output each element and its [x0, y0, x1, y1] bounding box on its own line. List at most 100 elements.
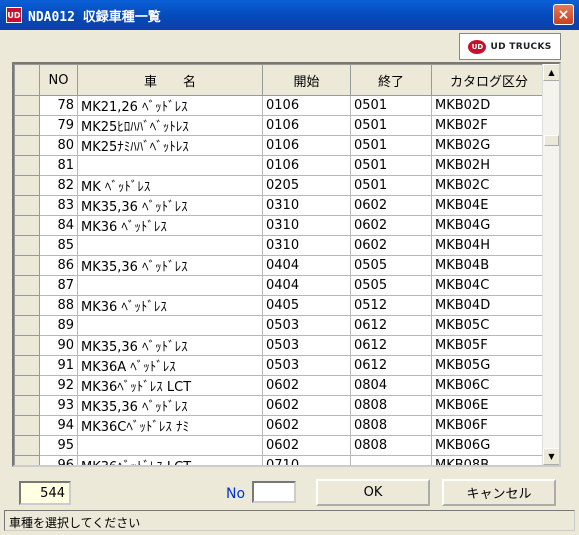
row-selector[interactable]	[14, 255, 40, 276]
no-input[interactable]	[252, 481, 296, 503]
table-row[interactable]: 91 MK36A ﾍﾞｯﾄﾞﾚｽ 0503 0612 MKB05G	[14, 355, 547, 376]
row-selector[interactable]	[14, 175, 40, 196]
scroll-down-icon[interactable]: ▼	[543, 448, 559, 465]
row-selector[interactable]	[14, 415, 40, 436]
cell-start[interactable]: 0205	[262, 175, 351, 196]
table-row[interactable]: 85 0310 0602 MKB04H	[14, 235, 547, 256]
cell-no[interactable]: 90	[39, 335, 78, 356]
column-header-end[interactable]: 終了	[350, 64, 432, 96]
cell-name[interactable]: MK36Cﾍﾞｯﾄﾞﾚｽ ﾅﾐ	[77, 415, 263, 436]
cell-catalog[interactable]: MKB04G	[431, 215, 547, 236]
cell-catalog[interactable]: MKB05C	[431, 315, 547, 336]
cell-catalog[interactable]: MKB04C	[431, 275, 547, 296]
cell-name[interactable]	[77, 275, 263, 296]
cell-no[interactable]: 93	[39, 395, 78, 416]
cell-no[interactable]: 87	[39, 275, 78, 296]
cell-start[interactable]: 0404	[262, 275, 351, 296]
vehicle-list-grid[interactable]: NO 車 名 開始 終了 カタログ区分 78 MK21,26 ﾍﾞｯﾄﾞﾚｽ 010…	[12, 62, 561, 467]
cell-start[interactable]: 0602	[262, 435, 351, 456]
cell-no[interactable]: 95	[39, 435, 78, 456]
row-selector[interactable]	[14, 115, 40, 136]
cell-catalog[interactable]: MKB06C	[431, 375, 547, 396]
cell-end[interactable]: 0804	[350, 375, 432, 396]
cell-no[interactable]: 91	[39, 355, 78, 376]
table-row[interactable]: 96MK36ﾍﾞｯﾄﾞﾚｽ LCT0710 MKB08B	[14, 455, 547, 465]
cell-no[interactable]: 89	[39, 315, 78, 336]
row-selector[interactable]	[14, 235, 40, 256]
table-row[interactable]: 84 MK36 ﾍﾞｯﾄﾞﾚｽ 0310 0602 MKB04G	[14, 215, 547, 236]
cell-end[interactable]: 0808	[350, 435, 432, 456]
cell-start[interactable]: 0503	[262, 335, 351, 356]
table-row[interactable]: 87 0404 0505 MKB04C	[14, 275, 547, 296]
row-selector[interactable]	[14, 335, 40, 356]
scroll-up-icon[interactable]: ▲	[543, 64, 559, 81]
cell-name[interactable]	[77, 155, 263, 176]
cell-end[interactable]: 0501	[350, 155, 432, 176]
row-selector[interactable]	[14, 95, 40, 116]
cell-no[interactable]: 85	[39, 235, 78, 256]
row-selector[interactable]	[14, 395, 40, 416]
cell-no[interactable]: 88	[39, 295, 78, 316]
cell-start[interactable]: 0106	[262, 95, 351, 116]
table-row[interactable]: 89 0503 0612 MKB05C	[14, 315, 547, 336]
table-row[interactable]: 95 0602 0808 MKB06G	[14, 435, 547, 456]
table-row[interactable]: 81 0106 0501 MKB02H	[14, 155, 547, 176]
cell-end[interactable]: 0612	[350, 335, 432, 356]
cell-name[interactable]: MK36A ﾍﾞｯﾄﾞﾚｽ	[77, 355, 263, 376]
column-header-name[interactable]: 車 名	[77, 64, 263, 96]
cell-end[interactable]: 0602	[350, 235, 432, 256]
cell-catalog[interactable]: MKB02F	[431, 115, 547, 136]
row-selector[interactable]	[14, 435, 40, 456]
table-row[interactable]: 82 MK ﾍﾞｯﾄﾞﾚｽ 0205 0501 MKB02C	[14, 175, 547, 196]
cell-name[interactable]: MK ﾍﾞｯﾄﾞﾚｽ	[77, 175, 263, 196]
cell-start[interactable]: 0405	[262, 295, 351, 316]
cell-name[interactable]: MK36 ﾍﾞｯﾄﾞﾚｽ	[77, 215, 263, 236]
table-row[interactable]: 80 MK25ﾅﾐﾊﾊﾞﾍﾞｯﾄﾚｽ 0106 0501 MKB02G	[14, 135, 547, 156]
vertical-scrollbar[interactable]: ▲ ▼	[542, 64, 559, 465]
cell-start[interactable]: 0602	[262, 375, 351, 396]
cell-end[interactable]: 0505	[350, 255, 432, 276]
row-selector[interactable]	[14, 355, 40, 376]
cell-no[interactable]: 96	[39, 455, 78, 465]
cell-end[interactable]: 0808	[350, 415, 432, 436]
cell-end[interactable]: 0602	[350, 215, 432, 236]
cell-catalog[interactable]: MKB04D	[431, 295, 547, 316]
cell-start[interactable]: 0503	[262, 355, 351, 376]
row-selector[interactable]	[14, 315, 40, 336]
cell-catalog[interactable]: MKB04E	[431, 195, 547, 216]
column-header-start[interactable]: 開始	[262, 64, 351, 96]
cell-name[interactable]	[77, 435, 263, 456]
cell-no[interactable]: 83	[39, 195, 78, 216]
cell-start[interactable]: 0310	[262, 195, 351, 216]
cell-no[interactable]: 78	[39, 95, 78, 116]
cell-catalog[interactable]: MKB08B	[431, 455, 547, 465]
cell-no[interactable]: 80	[39, 135, 78, 156]
cell-start[interactable]: 0310	[262, 215, 351, 236]
cell-start[interactable]: 0310	[262, 235, 351, 256]
cell-name[interactable]: MK36ﾍﾞｯﾄﾞﾚｽ LCT	[77, 455, 263, 465]
table-row[interactable]: 83 MK35,36 ﾍﾞｯﾄﾞﾚｽ 0310 0602 MKB04E	[14, 195, 547, 216]
cell-no[interactable]: 84	[39, 215, 78, 236]
cell-catalog[interactable]: MKB05F	[431, 335, 547, 356]
cell-end[interactable]: 0501	[350, 175, 432, 196]
cell-catalog[interactable]: MKB02H	[431, 155, 547, 176]
cell-name[interactable]	[77, 235, 263, 256]
cell-end[interactable]: 0505	[350, 275, 432, 296]
table-row[interactable]: 90 MK35,36 ﾍﾞｯﾄﾞﾚｽ 0503 0612 MKB05F	[14, 335, 547, 356]
cell-catalog[interactable]: MKB06G	[431, 435, 547, 456]
row-selector[interactable]	[14, 155, 40, 176]
table-row[interactable]: 78 MK21,26 ﾍﾞｯﾄﾞﾚｽ 0106 0501 MKB02D	[14, 95, 547, 116]
cell-end[interactable]: 0808	[350, 395, 432, 416]
cell-catalog[interactable]: MKB04H	[431, 235, 547, 256]
cell-end[interactable]: 0602	[350, 195, 432, 216]
row-selector[interactable]	[14, 215, 40, 236]
scroll-thumb[interactable]	[544, 135, 559, 146]
cell-no[interactable]: 79	[39, 115, 78, 136]
cell-end[interactable]: 0612	[350, 355, 432, 376]
cell-end[interactable]: 0501	[350, 135, 432, 156]
cell-catalog[interactable]: MKB04B	[431, 255, 547, 276]
cell-name[interactable]: MK25ﾅﾐﾊﾊﾞﾍﾞｯﾄﾚｽ	[77, 135, 263, 156]
column-header-catalog[interactable]: カタログ区分	[431, 64, 547, 96]
cell-end[interactable]: 0501	[350, 95, 432, 116]
cell-start[interactable]: 0106	[262, 155, 351, 176]
